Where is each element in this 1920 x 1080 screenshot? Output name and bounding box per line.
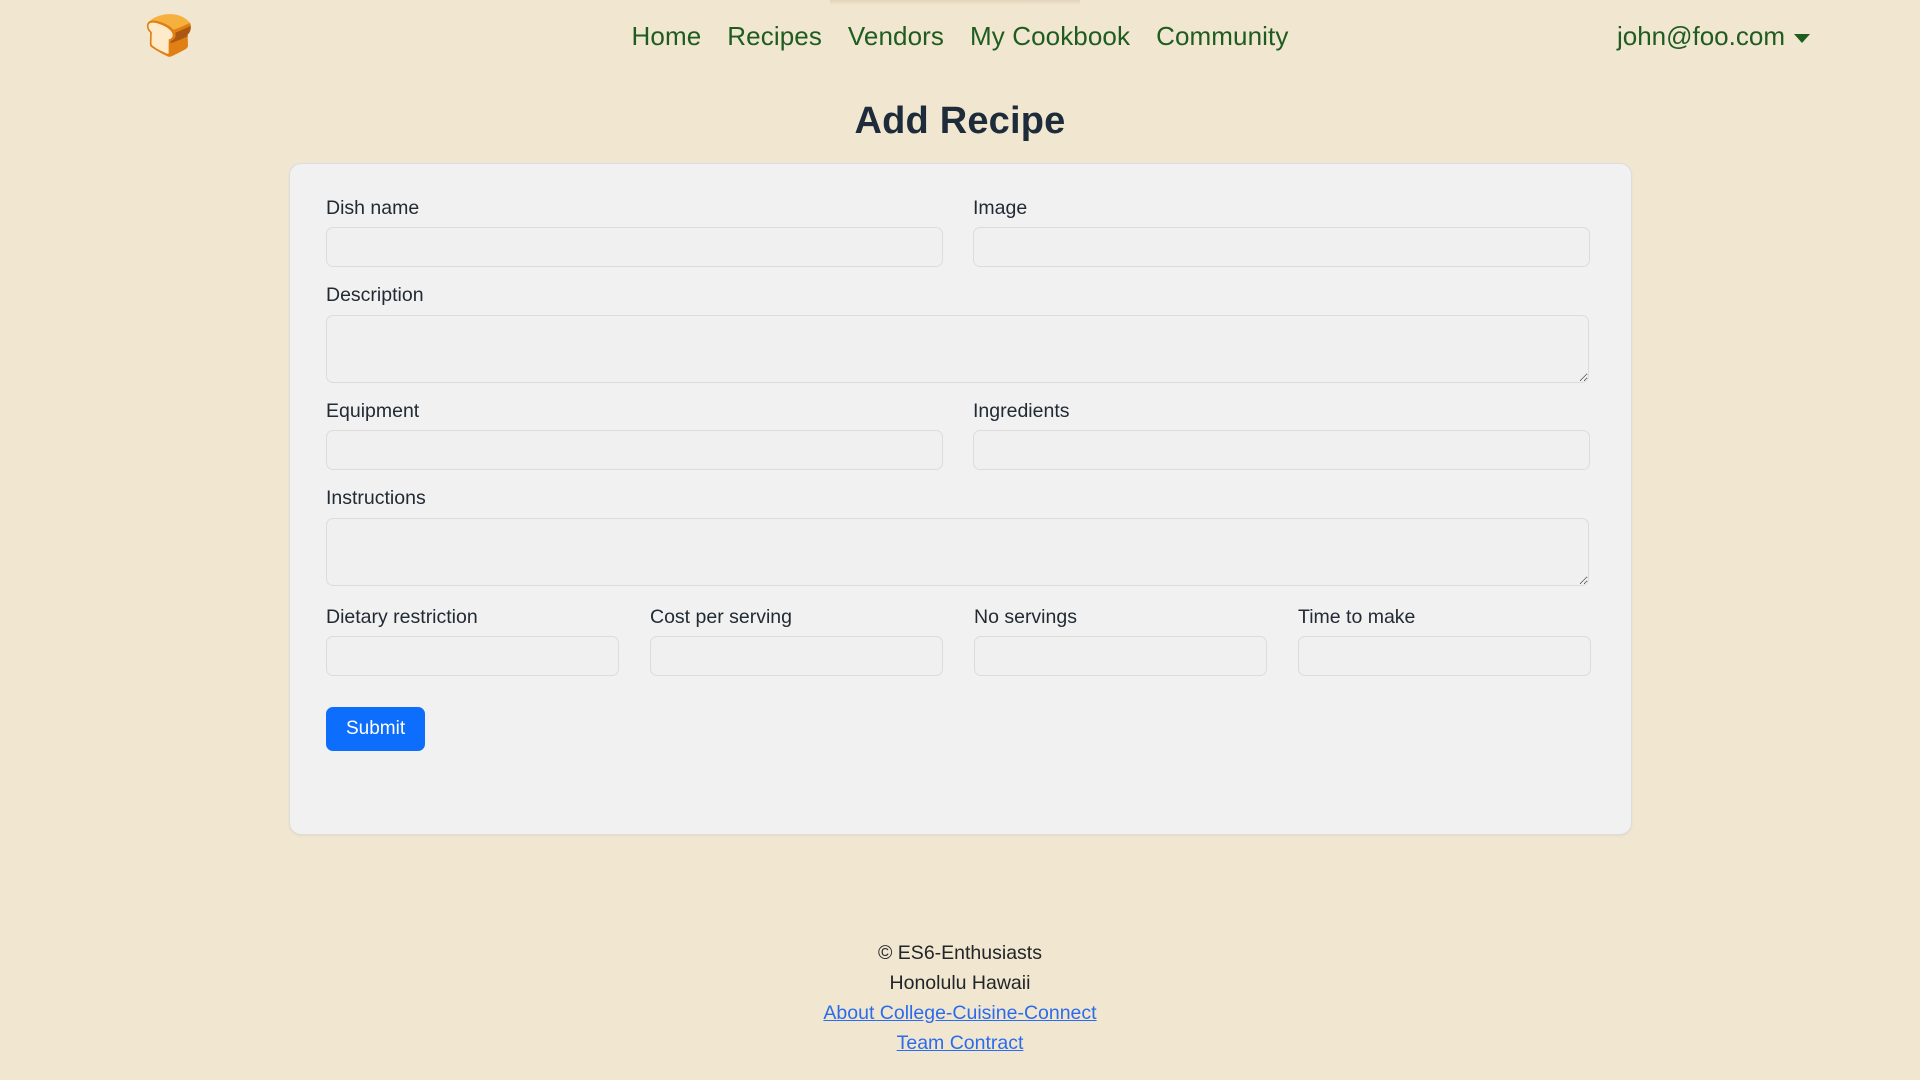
footer-link-about[interactable]: About College-Cuisine-Connect xyxy=(823,998,1096,1028)
form-row-3: Equipment Ingredients xyxy=(326,400,1595,487)
field-instructions: Instructions xyxy=(326,487,1589,586)
label-description: Description xyxy=(326,284,424,307)
submit-button[interactable]: Submit xyxy=(326,706,426,751)
form-row-1: Dish name Image xyxy=(326,197,1595,284)
field-equipment: Equipment xyxy=(326,399,943,471)
dish-name-input[interactable] xyxy=(326,227,943,268)
form-row-5: Dietary restriction Cost per serving No … xyxy=(326,606,1595,693)
nav-link-home[interactable]: Home xyxy=(632,21,702,52)
instructions-textarea[interactable] xyxy=(326,517,1589,586)
label-cost-per-serving: Cost per serving xyxy=(650,605,792,628)
footer-location: Honolulu Hawaii xyxy=(889,972,1031,994)
image-input[interactable] xyxy=(973,227,1590,268)
field-dietary-restriction: Dietary restriction xyxy=(326,606,619,676)
field-time-to-make: Time to make xyxy=(1298,606,1591,676)
form-row-2: Description xyxy=(326,284,1595,399)
navbar: 🍞 Home Recipes Vendors My Cookbook Commu… xyxy=(0,0,1920,72)
label-ingredients: Ingredients xyxy=(973,399,1070,422)
time-to-make-input[interactable] xyxy=(1298,635,1591,676)
label-dietary-restriction: Dietary restriction xyxy=(326,605,478,628)
field-image: Image xyxy=(973,197,1590,268)
add-recipe-form: Dish name Image Description Equipment In… xyxy=(290,164,1631,751)
nav-link-community[interactable]: Community xyxy=(1156,21,1288,52)
label-instructions: Instructions xyxy=(326,487,426,510)
no-servings-input[interactable] xyxy=(974,635,1267,676)
label-time-to-make: Time to make xyxy=(1298,605,1416,628)
field-ingredients: Ingredients xyxy=(973,399,1590,471)
cost-per-serving-input[interactable] xyxy=(650,635,943,676)
label-image: Image xyxy=(973,197,1028,219)
footer-copyright: © ES6-Enthusiasts xyxy=(878,942,1042,964)
field-description: Description xyxy=(326,284,1589,383)
nav-link-my-cookbook[interactable]: My Cookbook xyxy=(970,21,1130,52)
field-dish-name: Dish name xyxy=(326,197,943,268)
description-textarea[interactable] xyxy=(326,314,1589,383)
user-email-label: john@foo.com xyxy=(1616,20,1785,51)
nav-link-vendors[interactable]: Vendors xyxy=(848,21,944,52)
field-no-servings: No servings xyxy=(974,606,1267,676)
form-row-4: Instructions xyxy=(326,487,1595,602)
label-equipment: Equipment xyxy=(326,399,420,422)
footer-link-team-contract[interactable]: Team Contract xyxy=(897,1028,1024,1058)
chevron-down-icon xyxy=(1794,34,1810,43)
ingredients-input[interactable] xyxy=(973,430,1590,471)
field-cost-per-serving: Cost per serving xyxy=(650,606,943,676)
nav-link-recipes[interactable]: Recipes xyxy=(727,21,822,52)
user-menu[interactable]: john@foo.com xyxy=(1617,0,1810,72)
footer: © ES6-Enthusiasts Honolulu Hawaii About … xyxy=(0,938,1920,1058)
dietary-restriction-input[interactable] xyxy=(326,635,619,676)
label-dish-name: Dish name xyxy=(326,197,420,219)
label-no-servings: No servings xyxy=(974,605,1077,628)
equipment-input[interactable] xyxy=(326,430,943,471)
add-recipe-card: Dish name Image Description Equipment In… xyxy=(289,163,1632,835)
page-title: Add Recipe xyxy=(854,100,1066,142)
